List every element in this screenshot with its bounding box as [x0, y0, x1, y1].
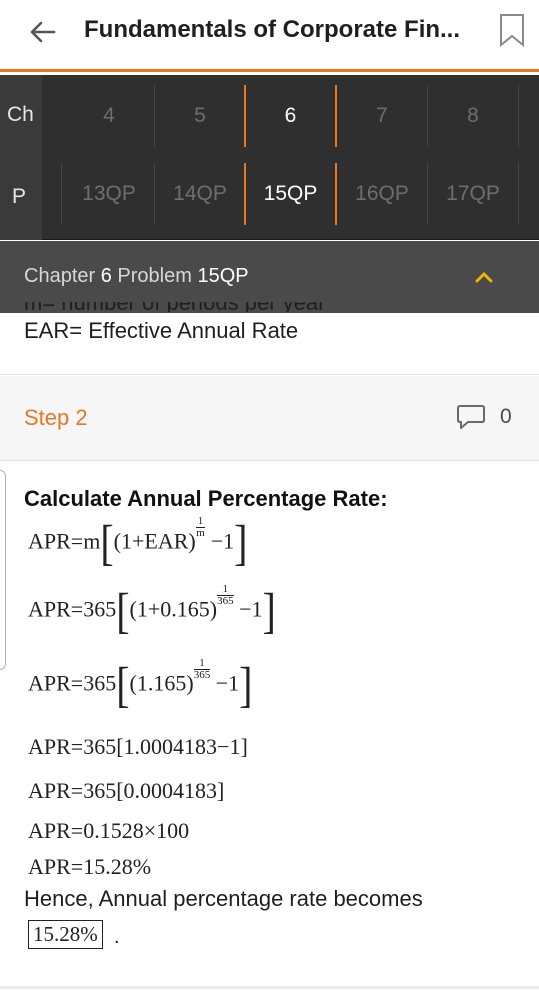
chapter-prefix: Chapter — [24, 265, 96, 287]
answer-period: . — [114, 926, 120, 948]
equation-4: APR=365[1.0004183−1] — [28, 734, 248, 759]
equation-1: APR=m[(1+EAR) 1 m −1] — [28, 514, 248, 571]
selector-labels: Ch P — [0, 75, 42, 240]
chapter-item[interactable]: 4 — [64, 85, 155, 147]
problem-item[interactable]: 14QP — [155, 163, 246, 225]
previous-step-snippet: m= number of periods per year EAR= Effec… — [24, 302, 524, 344]
eq1-left: APR=m — [28, 528, 101, 554]
ear-definition: EAR= Effective Annual Rate — [24, 318, 299, 343]
problem-item[interactable]: 17QP — [428, 163, 519, 225]
eq1-exponent: 1m — [195, 515, 206, 539]
problem-item-selected[interactable]: 15QP — [244, 163, 337, 225]
chapter-problem-selector: Ch P 4 5 6 7 8 13QP 14QP 15QP 16QP 17QP — [0, 75, 539, 240]
eq2-inner: (1+0.165) — [129, 596, 218, 622]
step-body: Calculate Annual Percentage Rate: — [24, 486, 524, 518]
chapter-item[interactable]: 8 — [428, 85, 519, 147]
equation-2: APR=365[(1+0.165) 1 365 −1] — [28, 582, 276, 639]
eq1-inner: (1+EAR) — [113, 528, 196, 554]
problem-item-partial[interactable] — [42, 163, 62, 225]
problem-item[interactable]: 16QP — [337, 163, 428, 225]
bookmark-button[interactable] — [498, 12, 526, 48]
chapter-number: 6 — [100, 265, 112, 287]
step-header: Step 2 0 — [0, 376, 539, 460]
divider — [0, 374, 539, 375]
eq2-exponent: 1 365 — [217, 583, 234, 607]
page-title: Fundamentals of Corporate Fin... — [84, 16, 461, 43]
eq2-tail: −1 — [239, 596, 263, 622]
chapter-item[interactable]: 5 — [155, 85, 246, 147]
bottom-divider — [0, 986, 539, 989]
problem-number: 15QP — [197, 265, 249, 287]
eq2-left: APR=365 — [28, 596, 117, 622]
conclusion-text: Hence, Annual percentage rate becomes — [24, 886, 423, 911]
comment-icon — [457, 405, 485, 429]
eq3-left: APR=365 — [28, 670, 117, 696]
chapter-item-selected[interactable]: 6 — [244, 85, 337, 147]
side-handle — [0, 470, 6, 670]
comment-count: 0 — [500, 405, 512, 428]
equation-7: APR=15.28% — [28, 854, 152, 879]
eq1-tail: −1 — [210, 528, 235, 554]
equation-3: APR=365[(1.165) 1 365 −1] — [28, 656, 253, 713]
problem-row: 13QP 14QP 15QP 16QP 17QP — [42, 163, 539, 237]
equation-5: APR=365[0.0004183] — [28, 778, 225, 803]
equation-6: APR=0.1528×100 — [28, 818, 190, 843]
problem-prefix: Problem — [117, 265, 192, 287]
calc-heading: Calculate Annual Percentage Rate: — [24, 486, 388, 511]
problem-label: P — [12, 185, 27, 208]
eq3-tail: −1 — [215, 670, 240, 696]
step-label: Step 2 — [24, 405, 88, 430]
app-bar: Fundamentals of Corporate Fin... — [0, 0, 539, 72]
bookmark-icon — [500, 14, 524, 47]
eq3-exponent: 1 365 — [193, 657, 211, 681]
divider — [0, 460, 539, 461]
chapter-label: Ch — [7, 103, 34, 126]
chapter-item[interactable]: 7 — [337, 85, 428, 147]
arrow-left-icon — [30, 21, 56, 43]
chevron-up-icon — [475, 272, 493, 283]
problem-item[interactable]: 13QP — [64, 163, 155, 225]
chapter-row: 4 5 6 7 8 — [42, 85, 539, 159]
answer-box: 15.28% — [28, 920, 103, 949]
cut-off-line: m= number of periods per year — [24, 302, 364, 312]
comment-button[interactable] — [456, 403, 486, 431]
back-button[interactable] — [24, 14, 60, 50]
eq3-inner: (1.165) — [129, 670, 194, 696]
chapter-problem-text: Chapter 6 Problem 15QP — [24, 265, 249, 288]
collapse-button[interactable] — [470, 263, 498, 291]
